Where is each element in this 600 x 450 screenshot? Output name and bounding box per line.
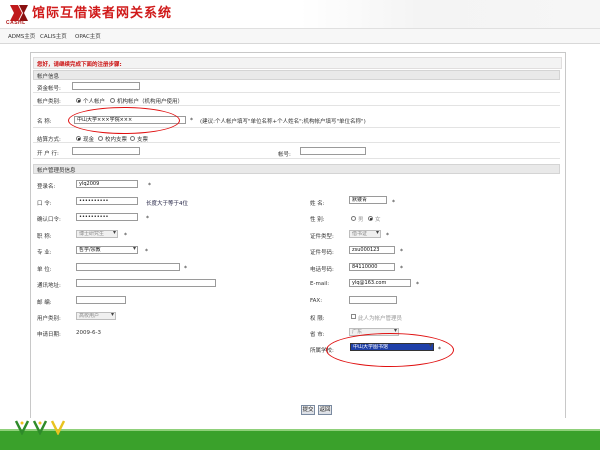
phone-input[interactable]: 84110000: [349, 263, 395, 271]
account-section-title: 帐户信息: [37, 74, 60, 80]
account-section-header: 帐户信息: [33, 70, 560, 80]
radio-school-check[interactable]: [98, 136, 103, 141]
radio-personal-label: 个人帐户: [83, 99, 106, 105]
required-mark: *: [386, 232, 389, 239]
gender-label: 性 别:: [310, 217, 325, 223]
required-mark: *: [400, 265, 403, 272]
province-label: 省 市:: [310, 332, 325, 338]
admin-section-title: 帐户管理员信息: [37, 168, 76, 174]
required-mark: *: [184, 265, 187, 272]
footer-plant-icon: [12, 419, 72, 436]
nav-calis[interactable]: CALIS主页: [40, 32, 67, 40]
email-label: E-mail:: [310, 281, 330, 287]
id-type-label: 证件类型:: [310, 234, 334, 240]
radio-school-check-label: 校内支票: [105, 137, 128, 143]
job-title-label: 职 称:: [37, 234, 52, 240]
realname-label: 姓 名:: [310, 201, 325, 207]
apply-date-value: 2009-6-3: [76, 330, 101, 336]
fax-label: FAX:: [310, 298, 323, 304]
id-number-input[interactable]: zsu000123: [349, 246, 395, 254]
page-title: 馆际互借读者网关系统: [32, 5, 173, 20]
required-mark: *: [416, 281, 419, 288]
job-title-select[interactable]: 博士研究生: [76, 230, 118, 238]
notice-text: 您好，请继续完成下面的注册步骤:: [37, 61, 122, 68]
realname-input[interactable]: 默镂青: [349, 196, 387, 204]
unit-input[interactable]: [76, 263, 180, 271]
account-number-input[interactable]: [300, 147, 366, 155]
radio-male-label: 男: [358, 217, 364, 223]
fund-account-input[interactable]: [72, 82, 140, 90]
nav-opac[interactable]: OPAC主页: [75, 32, 101, 40]
required-mark: *: [145, 248, 148, 255]
submit-button[interactable]: 提交: [301, 405, 315, 415]
logo-text: CASHL: [6, 20, 26, 26]
major-select[interactable]: 哲学/宗教: [76, 246, 138, 254]
required-mark: *: [392, 199, 395, 206]
header-background: [300, 0, 600, 28]
required-mark: *: [400, 248, 403, 255]
radio-org[interactable]: [110, 98, 115, 103]
name-label: 名 称:: [37, 119, 52, 125]
nav-bar: ADMS主页 CALIS主页 OPAC主页: [0, 28, 600, 44]
permission-label: 权 限:: [310, 316, 325, 322]
required-mark: *: [146, 215, 149, 222]
user-type-label: 用户类别:: [37, 316, 61, 322]
radio-personal[interactable]: [76, 98, 81, 103]
account-type-label: 帐户类别:: [37, 99, 61, 105]
bank-input[interactable]: [72, 147, 140, 155]
nav-adms[interactable]: ADMS主页: [8, 32, 35, 40]
password-label: 口 令:: [37, 201, 52, 207]
password-input[interactable]: ••••••••••: [76, 197, 138, 205]
radio-cash[interactable]: [76, 136, 81, 141]
confirm-password-input[interactable]: ••••••••••: [76, 213, 138, 221]
admin-section-header: 帐户管理员信息: [33, 164, 560, 174]
id-type-select[interactable]: 借书证: [349, 230, 381, 238]
id-number-label: 证件号码:: [310, 250, 334, 256]
back-button[interactable]: 返回: [318, 405, 332, 415]
bank-label: 开 户 行:: [37, 151, 59, 157]
footer-bar: [0, 431, 600, 450]
notice-bar: 您好，请继续完成下面的注册步骤:: [33, 57, 562, 69]
radio-female-label: 女: [375, 217, 381, 223]
radio-check-label: 支票: [137, 137, 149, 143]
name-hint: (建议:个人帐户填写"单位名称+个人姓名";机构帐户填写"单位名称"): [200, 119, 366, 125]
radio-org-label: 机构帐户（机构用户使用）: [117, 99, 184, 105]
user-type-select[interactable]: 高校用户: [76, 312, 116, 320]
unit-label: 单 位:: [37, 267, 52, 273]
login-label: 登录名:: [37, 184, 56, 190]
radio-female[interactable]: [368, 216, 373, 221]
login-input[interactable]: ylq2009: [76, 180, 138, 188]
zip-label: 邮 编:: [37, 300, 52, 306]
zip-input[interactable]: [76, 296, 126, 304]
radio-cash-label: 现金: [83, 137, 95, 143]
confirm-password-label: 确认口令:: [37, 217, 61, 223]
settlement-label: 结算方式:: [37, 137, 61, 143]
highlight-oval-name: [68, 107, 180, 134]
required-mark: *: [148, 182, 151, 189]
address-label: 通讯地址:: [37, 283, 61, 289]
apply-date-label: 申请日期:: [37, 332, 61, 338]
required-mark: *: [190, 117, 193, 124]
admin-checkbox-label: 此人为帐户管理员: [358, 316, 403, 322]
radio-check[interactable]: [130, 136, 135, 141]
address-input[interactable]: [76, 279, 216, 287]
major-label: 专 业:: [37, 250, 52, 256]
admin-checkbox[interactable]: [351, 314, 356, 319]
fund-account-label: 资金帐号:: [37, 86, 61, 92]
radio-male[interactable]: [351, 216, 356, 221]
required-mark: *: [124, 232, 127, 239]
highlight-oval-library: [326, 333, 454, 367]
email-input[interactable]: ylq@163.com: [349, 279, 411, 287]
account-number-label: 帐号:: [278, 152, 291, 158]
password-hint: 长度大于等于4位: [146, 201, 188, 207]
phone-label: 电话号码:: [310, 267, 334, 273]
fax-input[interactable]: [349, 296, 397, 304]
